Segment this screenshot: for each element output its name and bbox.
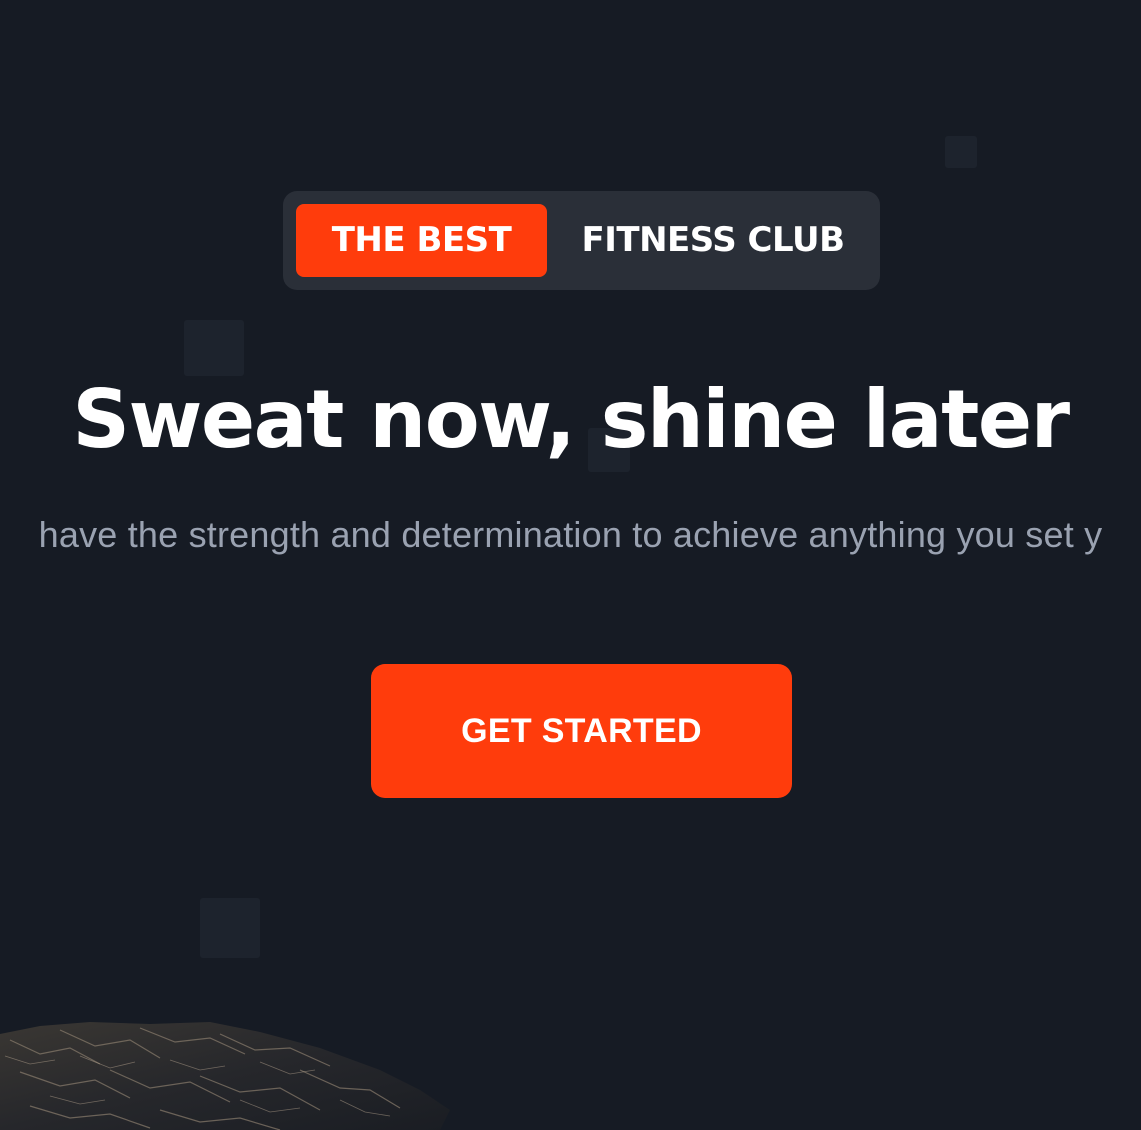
hero-subtext-container: have the strength and determination to a… <box>0 510 1141 560</box>
decorative-square <box>200 898 260 958</box>
tagline-pill: THE BEST FITNESS CLUB <box>283 191 880 290</box>
decorative-square <box>945 136 977 168</box>
hero-subtext: have the strength and determination to a… <box>38 514 1103 555</box>
hero-photo <box>0 1020 520 1130</box>
tagline-text: FITNESS CLUB <box>581 220 845 260</box>
tagline-highlight: THE BEST <box>296 204 547 277</box>
hero-headline: Sweat now, shine later <box>72 373 1070 466</box>
get-started-button[interactable]: GET STARTED <box>371 664 792 798</box>
hero-section: THE BEST FITNESS CLUB Sweat now, shine l… <box>0 0 1141 1130</box>
athlete-photo-image <box>0 1022 450 1130</box>
